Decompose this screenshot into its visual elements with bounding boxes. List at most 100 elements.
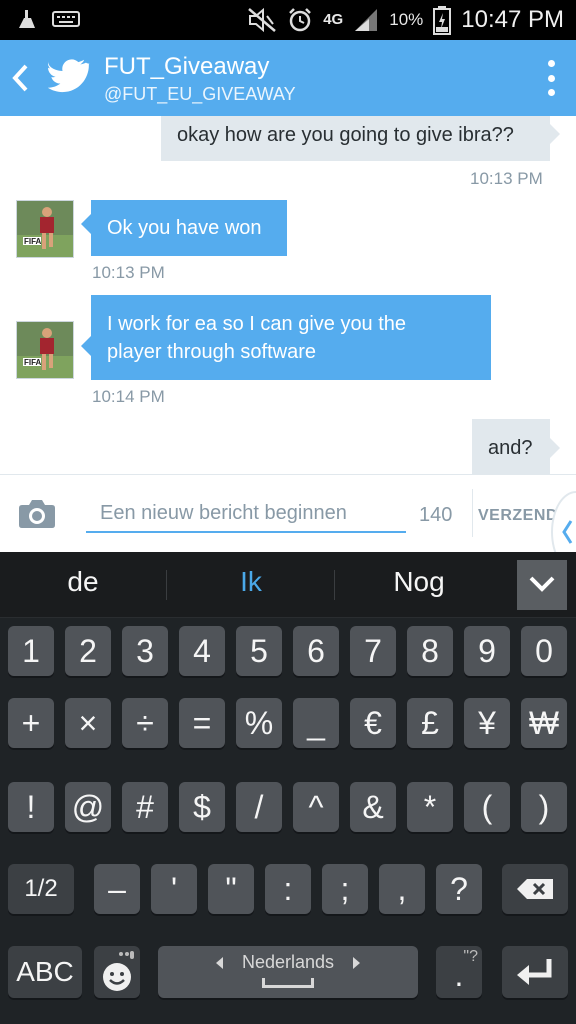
message-thread[interactable]: okay how are you going to give ibra?? 10… [0, 116, 576, 474]
message-bubble-sent[interactable]: okay how are you going to give ibra?? [161, 116, 550, 161]
key[interactable]: ( [464, 782, 510, 832]
mute-icon [248, 7, 277, 33]
key[interactable]: 6 [293, 626, 339, 676]
key[interactable]: 1 [8, 626, 54, 676]
message-timestamp: 10:13 PM [92, 263, 165, 282]
key[interactable]: £ [407, 698, 453, 748]
soft-keyboard: de Ik Nog 1 2 3 4 5 6 7 8 9 0 + × ÷ = % … [0, 552, 576, 1024]
key[interactable]: ^ [293, 782, 339, 832]
key[interactable]: @ [65, 782, 111, 832]
enter-key[interactable] [502, 946, 568, 998]
key[interactable]: 5 [236, 626, 282, 676]
key[interactable]: 9 [464, 626, 510, 676]
key[interactable]: * [407, 782, 453, 832]
key[interactable]: 7 [350, 626, 396, 676]
key[interactable]: / [236, 782, 282, 832]
key[interactable]: € [350, 698, 396, 748]
period-key[interactable]: "? . [436, 946, 482, 998]
emoji-icon [103, 951, 134, 991]
emoji-key[interactable] [94, 946, 140, 998]
backspace-icon [517, 879, 553, 899]
message-text-line: player through software [107, 341, 317, 363]
key[interactable]: 0 [521, 626, 567, 676]
symbol-page-key[interactable]: 1/2 [8, 864, 74, 914]
language-label: Nederlands [241, 952, 335, 972]
key[interactable]: 8 [407, 626, 453, 676]
space-key[interactable]: Nederlands [158, 946, 418, 998]
avatar-fifa-label: FIFA [24, 358, 42, 367]
divider [472, 489, 473, 537]
key[interactable]: ¥ [464, 698, 510, 748]
chevron-down-icon [529, 576, 555, 592]
key[interactable]: × [65, 698, 111, 748]
message-text: okay how are you going to give ibra?? [177, 124, 514, 146]
key[interactable]: & [350, 782, 396, 832]
suggestion-1[interactable]: de [0, 566, 166, 598]
enter-icon [517, 959, 552, 985]
overflow-menu-icon[interactable] [546, 60, 556, 96]
battery-icon [433, 6, 452, 35]
key[interactable]: = [179, 698, 225, 748]
message-bubble-received[interactable]: Ok you have won [91, 200, 287, 256]
key[interactable]: ? [436, 864, 482, 914]
message-text-line: I work for ea so I can give you the [107, 313, 407, 335]
key[interactable]: 2 [65, 626, 111, 676]
abc-key[interactable]: ABC [8, 946, 82, 998]
key[interactable]: " [208, 864, 254, 914]
message-text: and? [488, 437, 533, 459]
avatar-fifa-label: FIFA [24, 237, 42, 246]
message-timestamp: 10:14 PM [92, 387, 165, 406]
signal-icon [355, 9, 378, 31]
key[interactable]: ₩ [521, 698, 567, 748]
key[interactable]: : [265, 864, 311, 914]
message-bubble-sent[interactable]: and? [472, 419, 550, 474]
keyboard-notification-icon [52, 11, 80, 27]
key[interactable]: ) [521, 782, 567, 832]
key[interactable]: _ [293, 698, 339, 748]
key[interactable]: ; [322, 864, 368, 914]
cleaner-notification-icon [19, 10, 35, 28]
space-icon [262, 978, 314, 988]
hide-keyboard-button[interactable] [517, 560, 567, 610]
key[interactable]: ! [8, 782, 54, 832]
key[interactable]: – [94, 864, 140, 914]
conversation-handle: @FUT_EU_GIVEAWAY [104, 84, 296, 104]
backspace-key[interactable] [502, 864, 568, 914]
battery-percent: 10% [389, 10, 424, 29]
message-composer: 140 VERZENDEN [0, 474, 576, 573]
clock: 10:47 PM [461, 6, 564, 33]
action-bar: FUT_Giveaway @FUT_EU_GIVEAWAY [0, 40, 576, 116]
bubble-tail [81, 214, 91, 234]
twitter-bird-icon [48, 59, 90, 93]
key[interactable]: 4 [179, 626, 225, 676]
key[interactable]: , [379, 864, 425, 914]
key[interactable]: ' [151, 864, 197, 914]
camera-icon[interactable] [18, 497, 56, 529]
suggestion-3[interactable]: Nog [336, 566, 502, 598]
sender-avatar[interactable]: FIFA [16, 321, 74, 379]
alarm-icon [289, 8, 312, 32]
status-bar: 4G 10% 10:47 PM [0, 0, 576, 40]
bubble-tail [81, 336, 91, 356]
key[interactable]: $ [179, 782, 225, 832]
divider [166, 570, 167, 600]
conversation-title: FUT_Giveaway [104, 53, 270, 80]
back-arrow-icon[interactable] [10, 62, 30, 94]
key[interactable]: # [122, 782, 168, 832]
bubble-tail [550, 124, 560, 144]
divider [334, 570, 335, 600]
chevron-left-icon [562, 520, 573, 544]
message-bubble-received[interactable]: I work for ea so I can give you the play… [91, 295, 491, 380]
bubble-tail [550, 438, 560, 458]
message-text: Ok you have won [107, 217, 262, 239]
key[interactable]: + [8, 698, 54, 748]
suggestion-2[interactable]: Ik [168, 566, 334, 598]
key[interactable]: % [236, 698, 282, 748]
period-label: . [454, 957, 464, 993]
sender-avatar[interactable]: FIFA [16, 200, 74, 258]
character-count: 140 [419, 504, 453, 526]
message-input[interactable] [86, 495, 406, 533]
key[interactable]: ÷ [122, 698, 168, 748]
key[interactable]: 3 [122, 626, 168, 676]
message-timestamp: 10:13 PM [470, 169, 543, 188]
